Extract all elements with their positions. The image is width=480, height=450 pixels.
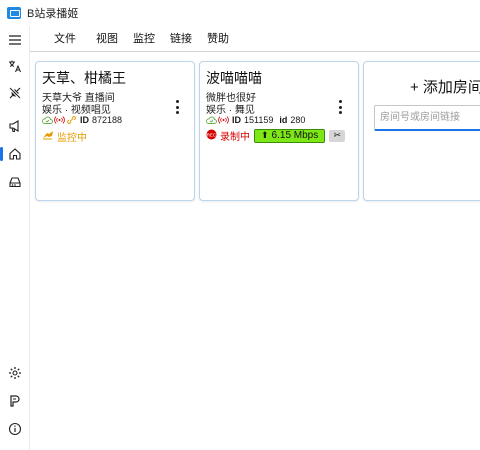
broadcast-icon: [218, 115, 229, 125]
rec-icon: REC: [206, 129, 217, 143]
room-info-row: ID 872188: [42, 115, 122, 125]
menu-file[interactable]: 文件: [54, 26, 76, 52]
short-id-label: id: [279, 115, 288, 125]
room-card[interactable]: 天草、柑橘王 天草大爷 直播间 娱乐 · 视频唱见 ID 872188 监控中: [35, 61, 195, 201]
more-options-button[interactable]: [333, 98, 347, 116]
menu-monitor[interactable]: 监控: [133, 26, 155, 52]
room-area: 娱乐 · 舞见: [206, 105, 255, 116]
menu-sponsor[interactable]: 赞助: [207, 26, 229, 52]
sidebar: [0, 26, 30, 450]
more-options-button[interactable]: [170, 98, 184, 116]
cut-button[interactable]: ✂: [329, 129, 346, 142]
room-id: 872188: [92, 115, 123, 125]
gear-icon[interactable]: [3, 361, 27, 385]
room-id-label: ID: [80, 115, 89, 125]
link-icon: [66, 115, 77, 125]
toolbox-icon[interactable]: [3, 389, 27, 413]
upload-arrow-icon: ⬆: [261, 130, 269, 140]
speed-value: 6.15 Mbps: [271, 130, 319, 141]
menu-view[interactable]: 视图: [96, 26, 118, 52]
menu-link[interactable]: 链接: [170, 26, 192, 52]
room-id: 151159: [244, 115, 274, 125]
monitor-status: 监控中: [42, 129, 87, 144]
info-icon[interactable]: [3, 417, 27, 441]
room-info-row: ID 151159 id 280: [206, 115, 305, 125]
status-text: 监控中: [57, 133, 87, 144]
room-id-input[interactable]: [374, 105, 480, 131]
short-id: 280: [290, 115, 306, 125]
room-card[interactable]: 波喵喵喵 微胖也很好 娱乐 · 舞见 ID 151159 id 280 REC …: [199, 61, 359, 201]
record-status: REC 录制中 ⬆ 6.15 Mbps ✂: [206, 128, 346, 143]
home-icon[interactable]: [0, 142, 27, 166]
app-logo-icon: [7, 7, 21, 19]
svg-text:REC: REC: [207, 132, 217, 137]
drive-icon[interactable]: [3, 170, 27, 194]
disconnect-icon[interactable]: [3, 81, 27, 105]
title-bar: B站录播姬: [0, 0, 480, 26]
streamer-name: 波喵喵喵: [206, 70, 262, 86]
menu-bar: 文件 视图 监控 链接 赞助: [30, 26, 480, 52]
cloud-check-icon: [206, 115, 217, 125]
add-room-card: + 添加房间: [363, 61, 480, 201]
menu-icon[interactable]: [3, 28, 27, 52]
streamer-name: 天草、柑橘王: [42, 70, 126, 86]
window-title: B站录播姬: [27, 8, 79, 20]
translate-icon[interactable]: [3, 54, 27, 78]
add-room-title[interactable]: + 添加房间: [410, 76, 480, 97]
room-area: 娱乐 · 视频唱见: [42, 105, 111, 116]
status-text: 录制中: [220, 132, 250, 143]
broadcast-icon: [54, 115, 65, 125]
speed-badge: ⬆ 6.15 Mbps: [254, 128, 326, 143]
room-list: 天草、柑橘王 天草大爷 直播间 娱乐 · 视频唱见 ID 872188 监控中 …: [30, 52, 480, 450]
announce-icon[interactable]: [3, 114, 27, 138]
cloud-check-icon: [42, 115, 53, 125]
monitor-icon: [42, 130, 54, 143]
room-id-label: ID: [232, 115, 241, 125]
